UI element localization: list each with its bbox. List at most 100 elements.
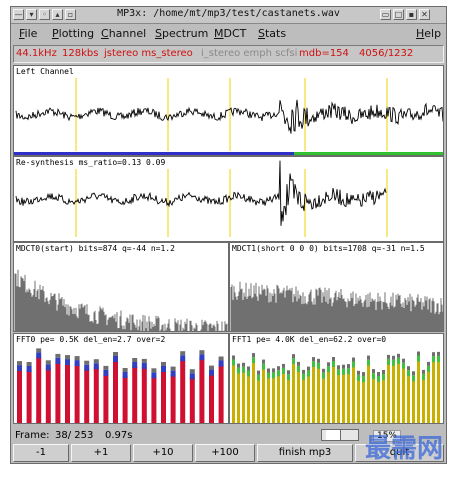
menu-mdct[interactable]: MDCT	[214, 27, 246, 40]
fft-bar-red	[209, 373, 214, 423]
fft-bar-yellow	[407, 375, 410, 423]
fft-bar-yellow	[292, 363, 295, 423]
fft-bar-green	[267, 372, 270, 379]
fft-bar-yellow	[337, 374, 340, 423]
fft-bar-grey	[387, 354, 390, 359]
info-mdb: mdb=154	[299, 48, 349, 59]
fft-bar-grey	[312, 357, 315, 362]
close-icon[interactable]: ✕	[419, 9, 430, 20]
fft-bar-grey	[17, 361, 22, 366]
fft-bar-grey	[437, 351, 440, 356]
fft-bar-grey	[180, 351, 186, 356]
fft-bar-red	[189, 377, 195, 423]
menu-plotting[interactable]: Plotting	[52, 27, 94, 40]
fft-bar-red	[84, 368, 90, 423]
fft-bar-yellow	[427, 370, 430, 423]
fft-bar-grey	[45, 360, 51, 365]
fft-bar-green	[252, 357, 255, 364]
menu-stats[interactable]: Stats	[258, 27, 286, 40]
fft-bar-green	[242, 366, 245, 373]
fft-bar-yellow	[342, 373, 345, 423]
fft-bar-green	[337, 369, 340, 376]
fft-bar-yellow	[327, 371, 330, 423]
fft-bar-yellow	[362, 381, 365, 423]
mp3x-window: — ▾ ◦ ▴ ▫ MP3x: /home/mt/mp3/test/castan…	[10, 6, 447, 464]
title-bar[interactable]: — ▾ ◦ ▴ ▫ MP3x: /home/mt/mp3/test/castan…	[11, 7, 446, 24]
fft-bar-red	[65, 363, 70, 423]
fft-bar-grey	[347, 364, 350, 369]
fft-bar-grey	[342, 364, 345, 369]
fft-bar-green	[362, 376, 365, 383]
menu-spectrum[interactable]: Spectrum	[155, 27, 208, 40]
back-1-button[interactable]: -1	[13, 444, 69, 462]
fft-bar-yellow	[377, 381, 380, 423]
fft-bar-green	[407, 370, 410, 377]
fft-bar-grey	[65, 355, 70, 360]
fft-bar-yellow	[397, 362, 400, 423]
fft-bar-green	[422, 373, 425, 380]
fft-bar-grey	[232, 355, 235, 360]
fft-bar-grey	[272, 368, 275, 373]
fft-bar-green	[327, 366, 330, 373]
fft-bar-green	[427, 365, 430, 372]
fft-bar-blue	[132, 362, 138, 368]
finish-mp3-button[interactable]: finish mp3	[257, 444, 353, 462]
fft-bar-yellow	[262, 368, 265, 423]
fft-bar-yellow	[357, 379, 360, 423]
fft-bar-grey	[317, 358, 320, 363]
resynthesis-panel: Re-synthesis ms_ratio=0.13 0.09	[13, 156, 444, 242]
fft-bar-blue	[45, 364, 51, 371]
fft-bar-red	[132, 366, 138, 423]
shade-icon[interactable]: ▭	[380, 9, 391, 20]
fft-bar-green	[367, 359, 370, 366]
fft-bar-grey	[372, 369, 375, 374]
fft-bar-grey	[332, 357, 335, 361]
restore-icon[interactable]: ▪	[406, 9, 417, 20]
fft-bar-green	[432, 356, 435, 363]
fft-bar-grey	[402, 358, 405, 363]
fft-bar-green	[357, 374, 360, 381]
fft0-panel: FFT0 pe= 0.5K del_en=2.7 over=2	[13, 333, 229, 424]
fft-bar-green	[282, 367, 285, 374]
resynthesis-plot	[15, 160, 388, 237]
menu-channel[interactable]: Channel	[101, 27, 146, 40]
fft-bar-grey	[247, 366, 250, 371]
fft-bar-grey	[277, 366, 280, 371]
left-channel-label: Left Channel	[16, 67, 74, 76]
menu-help[interactable]: Help	[416, 27, 441, 40]
fft-bar-green	[417, 355, 420, 362]
fft-bar-grey	[151, 368, 157, 373]
fft-bar-yellow	[237, 372, 240, 423]
slider-thumb[interactable]	[326, 430, 341, 440]
resynthesis-label: Re-synthesis ms_ratio=0.13 0.09	[16, 158, 166, 167]
fft-bar-yellow	[257, 379, 260, 423]
fft-bar-yellow	[242, 371, 245, 423]
fft-bar-yellow	[422, 378, 425, 423]
forward-1-button[interactable]: +1	[71, 444, 131, 462]
fft1-panel: FFT1 pe= 4.0K del_en=62.2 over=0	[229, 333, 444, 424]
fft-bar-grey	[397, 353, 400, 358]
fft-bar-yellow	[402, 367, 405, 423]
fft-bar-green	[332, 361, 335, 367]
maximize-right-icon[interactable]: □	[393, 9, 404, 20]
waveform-trace	[15, 160, 387, 226]
fft-bar-green	[377, 376, 380, 382]
fft-bar-red	[218, 364, 224, 423]
fft-bar-yellow	[277, 375, 280, 423]
position-slider[interactable]	[321, 429, 359, 441]
time-value: 0.97s	[105, 430, 133, 441]
forward-100-button[interactable]: +100	[195, 444, 255, 462]
fft-bar-red	[141, 366, 147, 423]
mdct0-label: MDCT0(start) bits=874 q=-44 n=1.2	[16, 244, 175, 253]
fft-bar-green	[372, 373, 375, 380]
fft-bar-grey	[392, 355, 395, 360]
info-bitrate: 128kbs	[62, 48, 99, 59]
fft-bar-yellow	[302, 378, 305, 423]
fft-bar-green	[247, 370, 250, 377]
forward-10-button[interactable]: +10	[133, 444, 193, 462]
fft-bar-grey	[237, 363, 240, 368]
fft-bar-grey	[432, 352, 435, 357]
menu-file[interactable]: File	[19, 27, 37, 40]
fft-bar-green	[402, 362, 405, 369]
fft-bar-yellow	[287, 379, 290, 423]
